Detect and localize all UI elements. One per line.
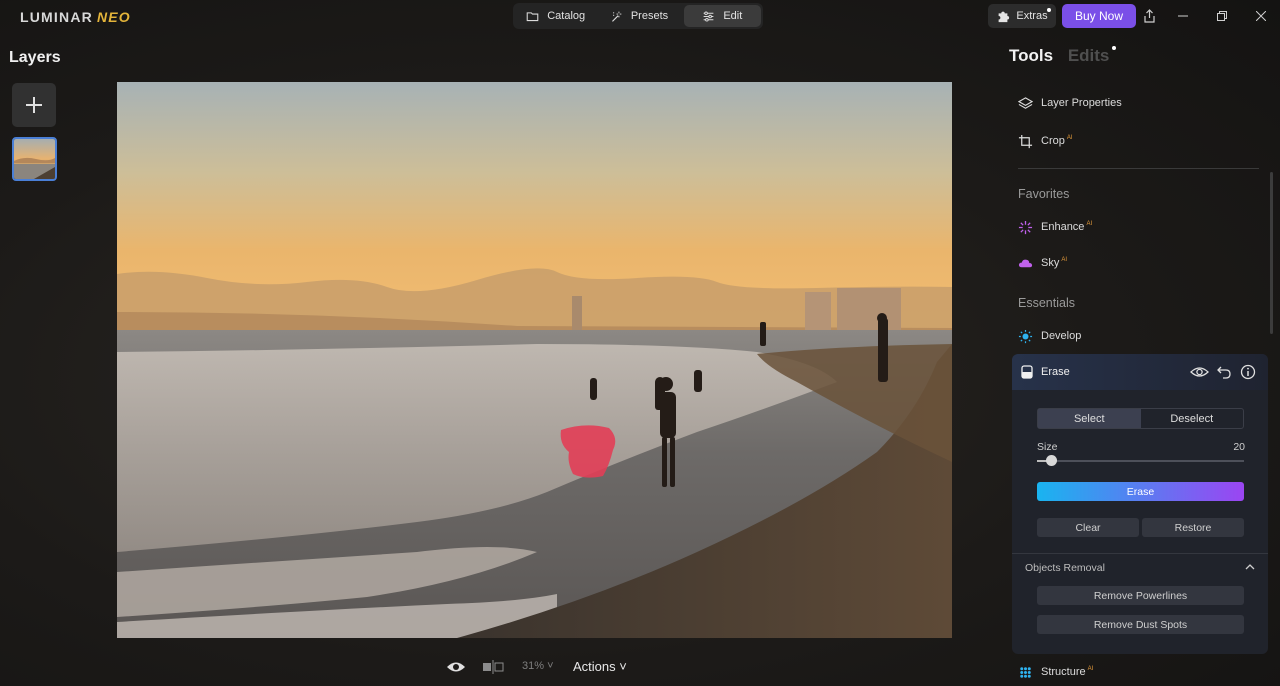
tab-edits-label: Edits bbox=[1067, 46, 1110, 65]
add-layer-button[interactable] bbox=[12, 83, 56, 127]
eye-icon[interactable] bbox=[446, 659, 466, 675]
deselect-button[interactable]: Deselect bbox=[1141, 409, 1244, 428]
sun-icon bbox=[1018, 329, 1033, 343]
ai-badge: AI bbox=[1087, 666, 1094, 673]
clear-button[interactable]: Clear bbox=[1037, 518, 1139, 537]
tool-layer-properties[interactable]: Layer Properties bbox=[1018, 92, 1122, 114]
tool-crop[interactable]: Crop AI bbox=[1018, 130, 1073, 152]
tab-presets[interactable]: Presets bbox=[596, 5, 681, 27]
layer-thumbnail[interactable] bbox=[12, 137, 57, 181]
info-icon[interactable] bbox=[1240, 364, 1256, 380]
share-icon[interactable] bbox=[1139, 6, 1159, 26]
folder-icon bbox=[526, 11, 539, 21]
layers-title: Layers bbox=[9, 49, 61, 66]
buy-now-button[interactable]: Buy Now bbox=[1062, 4, 1136, 28]
erase-header[interactable]: Erase bbox=[1012, 354, 1268, 390]
extras-label: Extras bbox=[1016, 10, 1048, 22]
actions-label: Actions bbox=[573, 659, 616, 674]
tool-sky[interactable]: Sky AI bbox=[1018, 252, 1067, 274]
magic-wand-icon bbox=[611, 11, 622, 22]
tab-edits[interactable]: Edits bbox=[1067, 46, 1117, 65]
panel-tabs: Tools Edits bbox=[1009, 46, 1117, 66]
tool-layer-properties-label: Layer Properties bbox=[1041, 97, 1122, 109]
tool-enhance[interactable]: Enhance AI bbox=[1018, 216, 1092, 238]
photo-canvas[interactable] bbox=[117, 82, 952, 638]
panel-scrollbar[interactable] bbox=[1270, 172, 1273, 334]
tab-presets-label: Presets bbox=[630, 10, 669, 22]
logo-neo: NEO bbox=[96, 9, 131, 25]
enhance-sparkle-icon bbox=[1018, 220, 1033, 234]
actions-menu[interactable]: Actions ˅ bbox=[573, 659, 627, 674]
zoom-value: 31% bbox=[522, 660, 545, 672]
puzzle-icon bbox=[999, 11, 1010, 23]
remove-dust-spots-button[interactable]: Remove Dust Spots bbox=[1037, 615, 1244, 634]
app-logo: LUMINAR NEO bbox=[20, 9, 131, 25]
tool-enhance-label: Enhance bbox=[1041, 221, 1085, 233]
extras-notification-dot bbox=[1047, 8, 1051, 12]
favorites-title: Favorites bbox=[1018, 187, 1070, 201]
visibility-eye-icon[interactable] bbox=[1190, 364, 1209, 380]
size-slider[interactable] bbox=[1037, 455, 1244, 467]
logo-main: LUMINAR bbox=[20, 9, 93, 25]
restore-window-icon[interactable] bbox=[1212, 6, 1232, 26]
chevron-up-icon[interactable] bbox=[1244, 561, 1256, 573]
tool-develop[interactable]: Develop bbox=[1018, 325, 1081, 347]
top-bar: LUMINAR NEO Catalog Presets Edit Extras B… bbox=[0, 0, 1280, 34]
ai-badge: AI bbox=[1066, 135, 1073, 142]
crop-icon bbox=[1018, 134, 1033, 148]
size-value: 20 bbox=[1233, 441, 1245, 453]
tools-divider bbox=[1018, 168, 1259, 169]
essentials-title: Essentials bbox=[1018, 296, 1075, 310]
mode-switcher: Catalog Presets Edit bbox=[513, 3, 763, 29]
compare-icon[interactable] bbox=[482, 660, 504, 674]
tool-structure[interactable]: Structure AI bbox=[1018, 661, 1093, 683]
tab-tools[interactable]: Tools bbox=[1009, 46, 1053, 65]
tool-structure-label: Structure bbox=[1041, 666, 1086, 678]
extras-button[interactable]: Extras bbox=[988, 4, 1056, 28]
tool-crop-label: Crop bbox=[1041, 135, 1065, 147]
undo-icon[interactable] bbox=[1216, 364, 1232, 380]
plus-icon bbox=[26, 97, 42, 113]
objects-removal-title[interactable]: Objects Removal bbox=[1025, 562, 1105, 574]
minimize-icon[interactable] bbox=[1173, 6, 1193, 26]
tab-catalog[interactable]: Catalog bbox=[515, 5, 596, 27]
tab-catalog-label: Catalog bbox=[547, 10, 586, 22]
ai-badge: AI bbox=[1061, 257, 1068, 264]
size-label: Size bbox=[1037, 441, 1058, 453]
tool-sky-label: Sky bbox=[1041, 257, 1060, 269]
remove-powerlines-button[interactable]: Remove Powerlines bbox=[1037, 586, 1244, 605]
layers-icon bbox=[1018, 96, 1033, 109]
close-icon[interactable] bbox=[1251, 6, 1271, 26]
eraser-icon bbox=[1021, 365, 1033, 379]
tab-edit[interactable]: Edit bbox=[683, 5, 761, 27]
select-mode-toggle: Select Deselect bbox=[1037, 408, 1244, 429]
erase-tool-panel: Erase Select Deselect Size 20 Erase Clea… bbox=[1012, 354, 1268, 654]
erase-title: Erase bbox=[1041, 366, 1070, 378]
tab-edit-label: Edit bbox=[723, 10, 743, 22]
tool-develop-label: Develop bbox=[1041, 330, 1082, 342]
cloud-icon bbox=[1018, 259, 1033, 267]
restore-button[interactable]: Restore bbox=[1142, 518, 1244, 537]
size-slider-track bbox=[1037, 460, 1244, 462]
structure-icon bbox=[1020, 666, 1031, 678]
edits-notification-dot bbox=[1112, 46, 1117, 50]
size-slider-knob[interactable] bbox=[1046, 455, 1058, 466]
erase-button[interactable]: Erase bbox=[1037, 482, 1244, 501]
select-button[interactable]: Select bbox=[1038, 409, 1141, 428]
sliders-icon bbox=[703, 10, 714, 22]
zoom-level[interactable]: 31% ˅ bbox=[522, 660, 554, 672]
ai-badge: AI bbox=[1086, 221, 1093, 228]
objects-removal-divider bbox=[1012, 553, 1268, 554]
